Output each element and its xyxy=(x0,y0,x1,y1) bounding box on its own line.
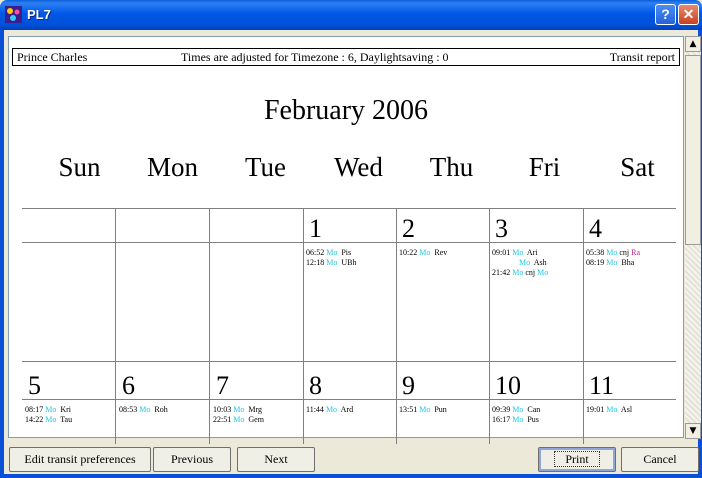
transit-event: 06:52 Mo Pis xyxy=(306,248,352,257)
transit-event: 09:39 Mo Can xyxy=(492,405,541,414)
transit-event: 08:53 Mo Roh xyxy=(119,405,168,414)
window-frame-bottom xyxy=(0,474,702,478)
grid-line xyxy=(209,208,210,444)
day-number: 3 xyxy=(495,214,508,243)
transit-event: Mo Ash xyxy=(519,258,547,267)
transit-event: 10:22 Mo Rev xyxy=(399,248,448,257)
day-number: 9 xyxy=(402,371,415,400)
day-name-sat: Sat xyxy=(620,152,655,182)
app-icon xyxy=(5,6,22,23)
grid-line xyxy=(22,242,676,243)
window-frame-left xyxy=(0,30,4,478)
grid-line xyxy=(303,208,304,444)
transit-event: 22:51 Mo Gem xyxy=(213,415,264,424)
transit-event: 16:17 Mo Pus xyxy=(492,415,539,424)
print-button[interactable]: Print xyxy=(538,447,616,472)
grid-line xyxy=(22,361,676,362)
edit-transit-preferences-button[interactable]: Edit transit preferences xyxy=(9,447,151,472)
transit-event: 14:22 Mo Tau xyxy=(25,415,73,424)
grid-line xyxy=(583,208,584,444)
day-name-tue: Tue xyxy=(244,152,287,182)
day-name-sun: Sun xyxy=(58,152,101,182)
grid-line xyxy=(22,399,676,400)
report-type: Transit report xyxy=(609,50,675,64)
day-number: 2 xyxy=(402,214,415,243)
day-number: 10 xyxy=(495,371,521,400)
title-bar: PL7 ? ✕ xyxy=(0,0,702,30)
transit-event: 09:01 Mo Ari xyxy=(492,248,538,257)
vertical-scrollbar[interactable]: ▲ ▼ xyxy=(685,36,701,439)
day-number: 1 xyxy=(309,214,322,243)
subject-name: Prince Charles xyxy=(17,50,88,64)
grid-line xyxy=(489,208,490,444)
day-name-mon: Mon xyxy=(146,152,198,182)
next-button[interactable]: Next xyxy=(237,447,315,472)
window-title: PL7 xyxy=(27,7,51,22)
calendar-grid: 1 06:52 Mo Pis 12:18 Mo UBh 2 10:22 Mo R… xyxy=(22,208,676,444)
day-number: 11 xyxy=(589,371,615,400)
grid-line xyxy=(396,208,397,444)
day-name-thu: Thu xyxy=(429,152,474,182)
day-number: 4 xyxy=(589,214,602,243)
timezone-note: Times are adjusted for Timezone : 6, Day… xyxy=(181,50,449,64)
previous-button[interactable]: Previous xyxy=(153,447,231,472)
grid-line xyxy=(22,208,676,209)
scroll-thumb[interactable] xyxy=(685,55,701,245)
day-number: 8 xyxy=(309,371,322,400)
grid-line xyxy=(115,208,116,444)
transit-event: 08:19 Mo Bha xyxy=(586,258,635,267)
day-number: 6 xyxy=(122,371,135,400)
cancel-button[interactable]: Cancel xyxy=(621,447,699,472)
day-number: 5 xyxy=(28,371,41,400)
transit-event: 21:42 Mo cnj Mo xyxy=(492,268,549,277)
day-name-fri: Fri xyxy=(528,152,561,182)
transit-event: 12:18 Mo UBh xyxy=(306,258,357,267)
transit-event: 08:17 Mo Kri xyxy=(25,405,72,414)
transit-event: 11:44 Mo Ard xyxy=(306,405,354,414)
report-header: Prince Charles Times are adjusted for Ti… xyxy=(12,48,680,66)
help-button[interactable]: ? xyxy=(655,4,676,25)
close-button[interactable]: ✕ xyxy=(678,4,699,25)
transit-event: 10:03 Mo Mrg xyxy=(213,405,262,414)
transit-event: 13:51 Mo Pun xyxy=(399,405,447,414)
transit-event: 19:01 Mo Asl xyxy=(586,405,633,414)
day-name-wed: Wed xyxy=(334,152,383,182)
scroll-down-icon[interactable]: ▼ xyxy=(685,423,701,439)
day-number: 7 xyxy=(216,371,229,400)
print-button-label: Print xyxy=(554,451,600,467)
month-title: February 2006 xyxy=(263,95,429,126)
transit-event: 05:38 Mo cnj Ra xyxy=(586,248,641,257)
scroll-up-icon[interactable]: ▲ xyxy=(685,36,701,52)
